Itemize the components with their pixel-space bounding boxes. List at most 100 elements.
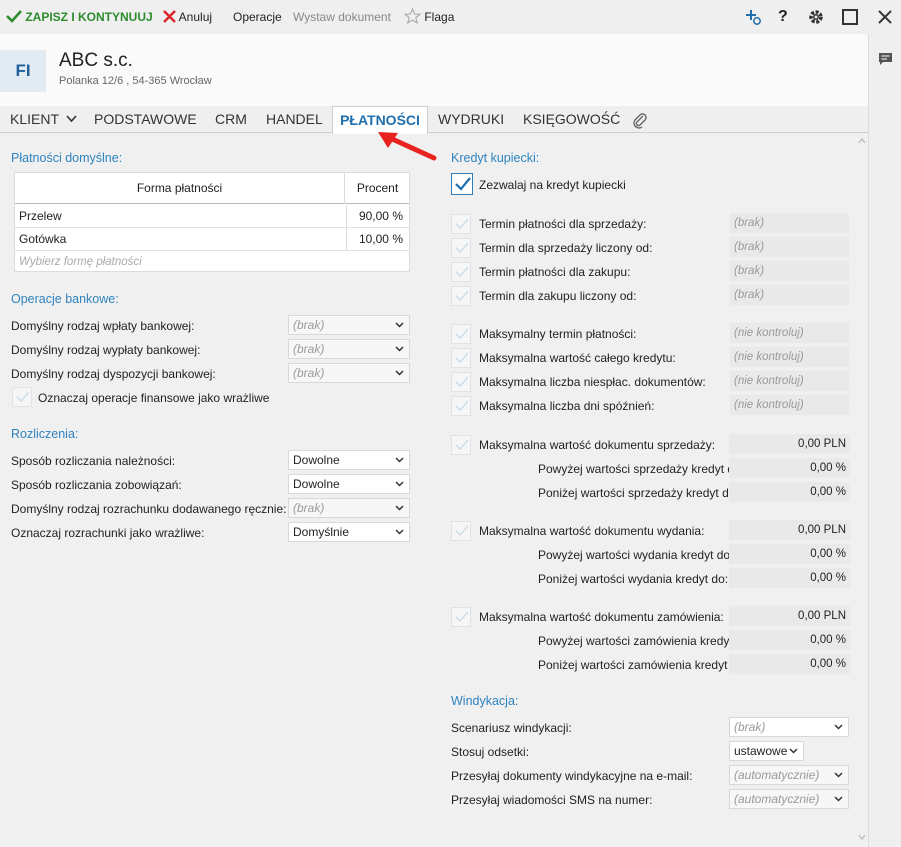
max-sale-doc-value[interactable]: 0,00 PLN [729, 434, 850, 454]
max-days-value[interactable]: (nie kontroluj) [730, 395, 849, 415]
max-order-doc-checkbox[interactable] [451, 607, 471, 627]
liabilities-select[interactable]: Dowolne [288, 474, 410, 494]
tab-klient[interactable]: KLIENT [10, 106, 77, 133]
max-credit-checkbox[interactable] [451, 348, 471, 368]
close-window-icon[interactable] [876, 8, 894, 26]
chevron-down-icon [395, 505, 404, 511]
term-purchase-from-checkbox[interactable] [451, 286, 471, 306]
settlement-sensitive-select[interactable]: Domyślnie [288, 522, 410, 542]
max-issue-doc-checkbox[interactable] [451, 521, 471, 541]
sms-select[interactable]: (automatycznie) [729, 789, 849, 809]
settlement-sensitive-label: Oznaczaj rozrachunki jako wrażliwe: [11, 526, 205, 540]
checkmark-icon [6, 10, 22, 23]
check-icon [455, 611, 469, 623]
term-sale-from-checkbox[interactable] [451, 238, 471, 258]
max-days-checkbox[interactable] [451, 396, 471, 416]
max-term-value[interactable]: (nie kontroluj) [730, 323, 849, 343]
scenario-select[interactable]: (brak) [729, 717, 849, 737]
withdrawal-type-value: (brak) [293, 342, 325, 356]
cancel-button[interactable]: Anuluj [163, 0, 212, 34]
above-sale-value[interactable]: 0,00 % [729, 458, 850, 478]
liabilities-value: Dowolne [293, 477, 340, 491]
term-purchase-from-value[interactable]: (brak) [730, 285, 849, 305]
max-term-checkbox[interactable] [451, 324, 471, 344]
flag-button[interactable]: Flaga [403, 0, 455, 34]
column-header-method: Forma płatności [15, 173, 345, 204]
scroll-down-icon[interactable] [858, 834, 866, 840]
scrollbar[interactable] [856, 134, 868, 847]
below-order-value[interactable]: 0,00 % [729, 654, 850, 674]
tab-handel[interactable]: HANDEL [266, 106, 323, 133]
tab-crm[interactable]: CRM [215, 106, 247, 133]
financial-sensitive-checkbox[interactable] [12, 387, 32, 407]
max-sale-doc-checkbox[interactable] [451, 435, 471, 455]
check-icon [455, 352, 469, 364]
maximize-icon[interactable] [841, 8, 859, 26]
max-docs-label: Maksymalna liczba niespłac. dokumentów: [479, 375, 706, 389]
credit-section-title: Kredyt kupiecki: [451, 151, 540, 165]
manual-settlement-select[interactable]: (brak) [288, 498, 410, 518]
help-icon[interactable]: ? [778, 0, 788, 34]
row-percent: 10,00 % [346, 228, 407, 250]
gear-icon[interactable] [807, 8, 825, 26]
scroll-up-icon[interactable] [858, 138, 866, 144]
table-row[interactable]: Gotówka 10,00 % [15, 228, 409, 251]
payment-method-placeholder[interactable]: Wybierz formę płatności [19, 251, 142, 273]
scenario-label: Scenariusz windykacji: [451, 721, 572, 735]
term-sale-from-value[interactable]: (brak) [730, 237, 849, 257]
avatar: FI [0, 50, 46, 92]
chevron-down-icon [395, 529, 404, 535]
max-order-doc-value[interactable]: 0,00 PLN [729, 606, 850, 626]
chevron-down-icon [395, 457, 404, 463]
term-sale-checkbox[interactable] [451, 214, 471, 234]
table-row[interactable]: Przelew 90,00 % [15, 205, 409, 228]
term-purchase-checkbox[interactable] [451, 262, 471, 282]
issue-document-button[interactable]: Wystaw dokument [293, 0, 391, 34]
attachment-icon[interactable] [632, 111, 648, 129]
above-order-value[interactable]: 0,00 % [729, 630, 850, 650]
term-purchase-from-label: Termin dla zakupu liczony od: [479, 289, 637, 303]
withdrawal-type-select[interactable]: (brak) [288, 339, 410, 359]
receivables-label: Sposób rozliczania należności: [11, 454, 176, 468]
max-docs-value[interactable]: (nie kontroluj) [730, 371, 849, 391]
allow-credit-checkbox[interactable] [451, 173, 473, 195]
deposit-type-select[interactable]: (brak) [288, 315, 410, 335]
below-sale-label: Poniżej wartości sprzedaży kredyt do: [538, 486, 739, 500]
disposition-type-select[interactable]: (brak) [288, 363, 410, 383]
interest-select[interactable]: ustawowe [729, 741, 804, 761]
receivables-select[interactable]: Dowolne [288, 450, 410, 470]
check-icon [455, 218, 469, 230]
save-continue-button[interactable]: ZAPISZ I KONTYNUUJ [6, 0, 153, 34]
below-issue-value[interactable]: 0,00 % [729, 568, 850, 588]
customer-header: FI ABC s.c. Polanka 12/6 , 54-365 Wrocła… [0, 34, 868, 106]
below-sale-value[interactable]: 0,00 % [729, 482, 850, 502]
check-icon [455, 376, 469, 388]
chevron-down-icon [834, 796, 843, 802]
operations-button[interactable]: Operacje [233, 0, 282, 34]
annotation-arrow [378, 132, 437, 161]
close-icon [163, 10, 176, 23]
check-icon [455, 525, 469, 537]
max-issue-doc-value[interactable]: 0,00 PLN [729, 520, 850, 540]
check-icon [455, 400, 469, 412]
tab-wydruki[interactable]: WYDRUKI [438, 106, 504, 133]
toolbar: ZAPISZ I KONTYNUUJ Anuluj Operacje Wysta… [0, 0, 901, 34]
comment-icon[interactable] [878, 52, 893, 67]
collection-section-title: Windykacja: [451, 694, 519, 708]
above-issue-value[interactable]: 0,00 % [729, 544, 850, 564]
disposition-type-label: Domyślny rodzaj dyspozycji bankowej: [11, 367, 216, 381]
flag-label: Flaga [424, 10, 455, 24]
add-linked-icon[interactable] [744, 8, 762, 26]
tab-ksiegowosc[interactable]: KSIĘGOWOŚĆ [523, 106, 620, 133]
save-continue-label: ZAPISZ I KONTYNUUJ [25, 10, 153, 24]
tab-podstawowe[interactable]: PODSTAWOWE [94, 106, 197, 133]
term-purchase-value[interactable]: (brak) [730, 261, 849, 281]
term-sale-value[interactable]: (brak) [730, 213, 849, 233]
max-term-label: Maksymalny termin płatności: [479, 327, 637, 341]
check-icon [455, 242, 469, 254]
max-docs-checkbox[interactable] [451, 372, 471, 392]
email-select[interactable]: (automatycznie) [729, 765, 849, 785]
email-label: Przesyłaj dokumenty windykacyjne na e-ma… [451, 769, 693, 783]
max-credit-value[interactable]: (nie kontroluj) [730, 347, 849, 367]
manual-settlement-label: Domyślny rodzaj rozrachunku dodawanego r… [11, 502, 287, 516]
